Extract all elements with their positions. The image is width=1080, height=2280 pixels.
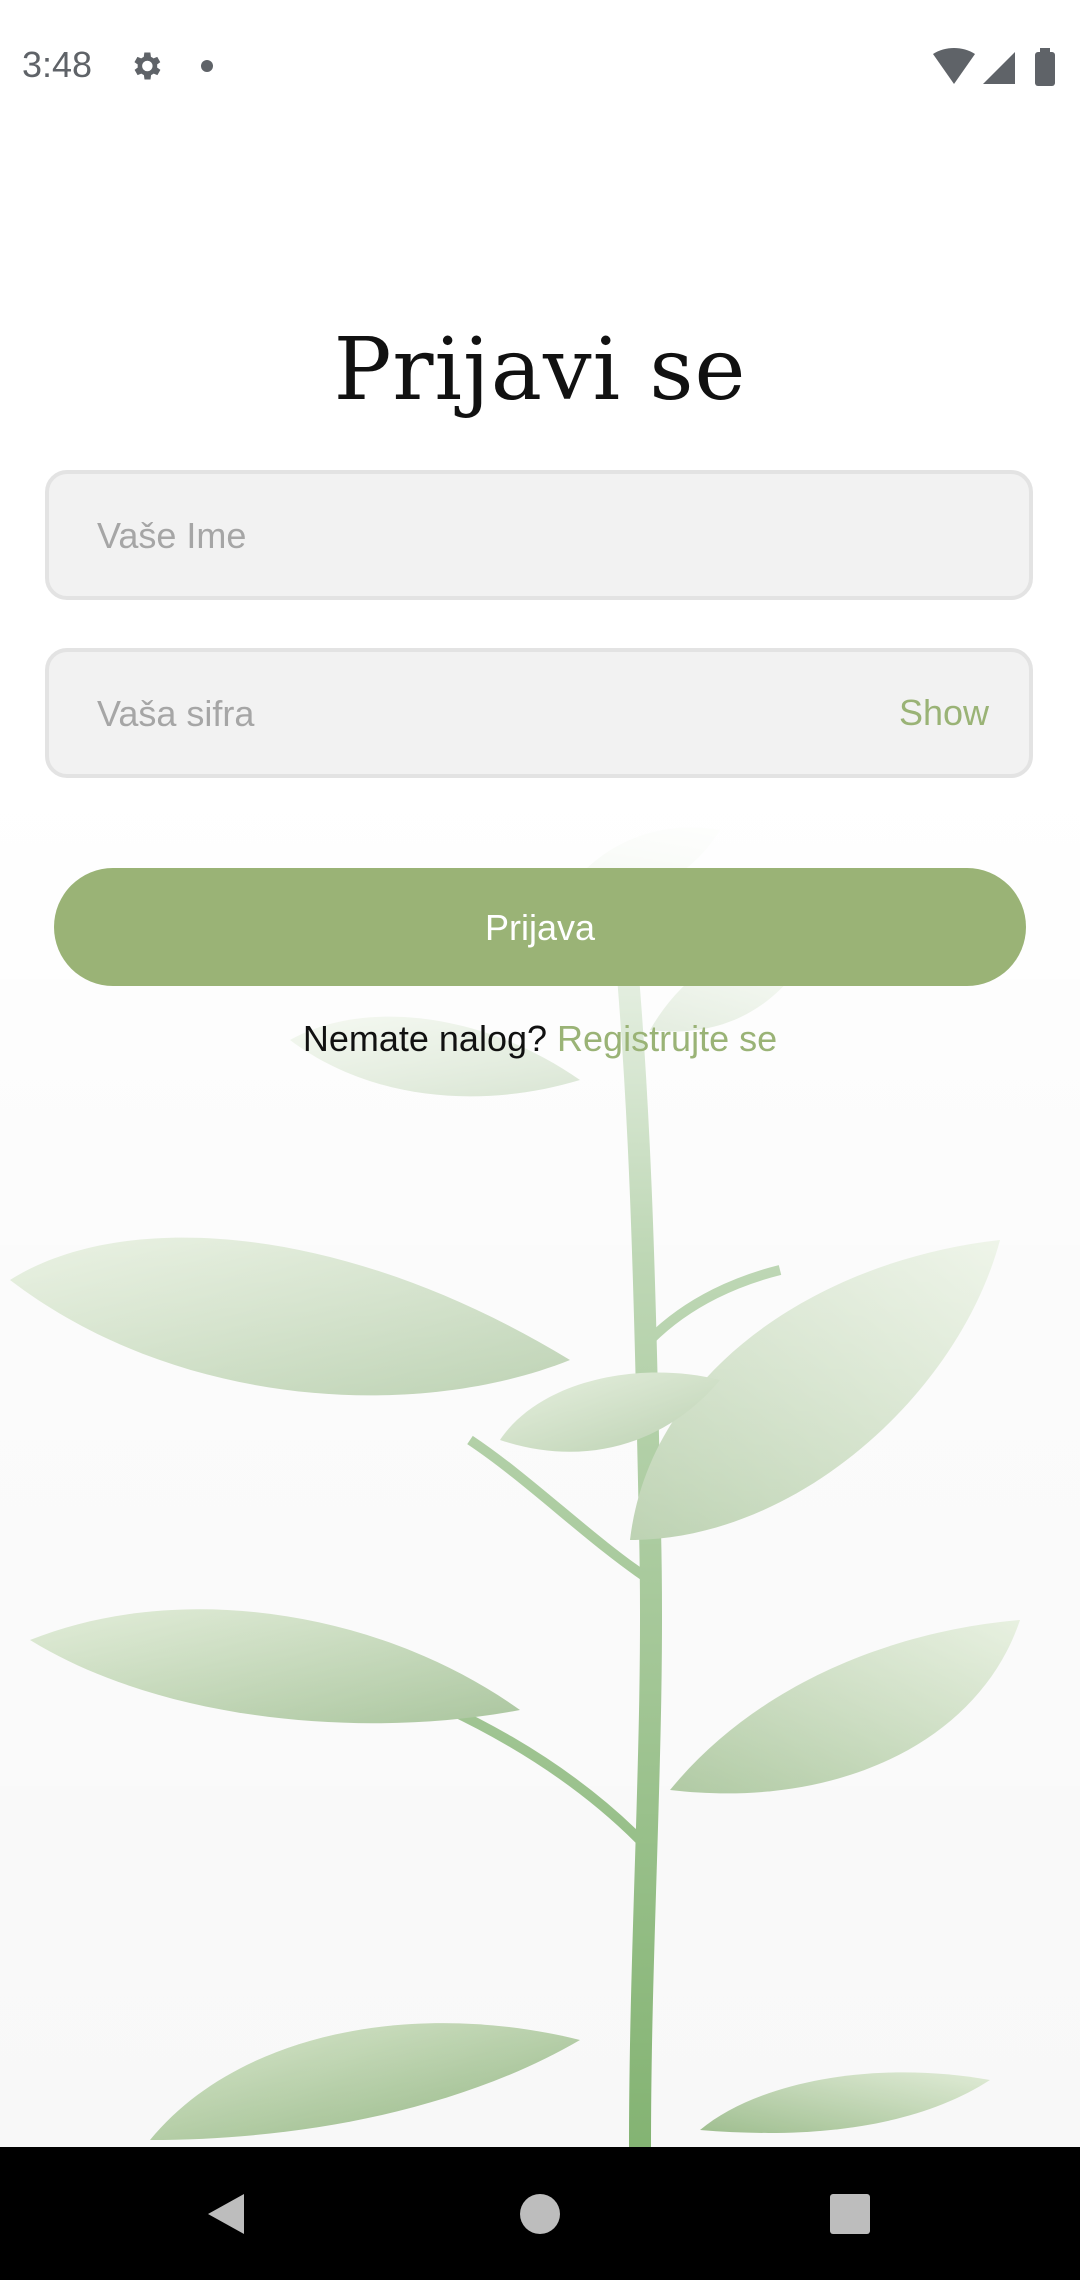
password-field[interactable]: Show (45, 648, 1033, 778)
home-button[interactable] (480, 2147, 600, 2280)
status-indicators (933, 48, 1055, 86)
status-bar: 3:48 (0, 0, 1080, 135)
login-screen: 3:48 Prijavi se Show Prijava N (0, 0, 1080, 2280)
show-password-toggle[interactable]: Show (899, 692, 989, 734)
back-icon (208, 2193, 244, 2234)
signal-icon (983, 52, 1015, 84)
gear-icon (134, 52, 161, 80)
back-button[interactable] (166, 2147, 286, 2280)
wifi-icon (933, 48, 975, 84)
name-input[interactable] (95, 474, 859, 598)
name-field[interactable] (45, 470, 1033, 600)
register-prompt: Nemate nalog? Registrujte se (0, 1018, 1080, 1060)
page-title: Prijavi se (333, 320, 747, 420)
navigation-bar (0, 2147, 1080, 2280)
login-button[interactable]: Prijava (54, 868, 1026, 986)
recents-button[interactable] (790, 2147, 910, 2280)
password-input[interactable] (95, 652, 859, 776)
notification-dot (201, 60, 213, 72)
battery-icon (1035, 48, 1055, 86)
register-link[interactable]: Registrujte se (557, 1018, 777, 1059)
recents-icon (830, 2193, 870, 2234)
home-icon (520, 2193, 560, 2234)
no-account-text: Nemate nalog? (302, 1018, 548, 1059)
status-time: 3:48 (22, 44, 93, 85)
